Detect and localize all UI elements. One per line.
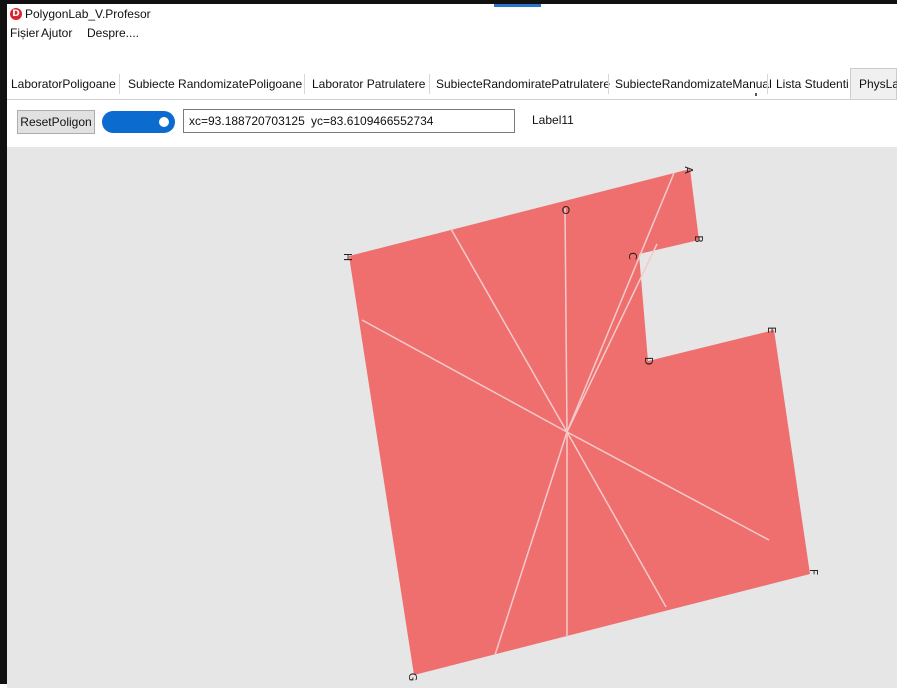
vertex-label-b: B <box>692 235 705 243</box>
tab-mark <box>755 93 757 96</box>
tab-separator <box>119 74 120 94</box>
toolbar: ResetPoligon xc=93.188720703125 yc=83.61… <box>7 100 897 147</box>
vertex-label-h: H <box>341 253 354 261</box>
xc-value: xc=93.188720703125 <box>189 114 305 128</box>
tab-laborator-poligoane[interactable]: LaboratorPoligoane <box>11 68 116 99</box>
tab-lista-studenti[interactable]: Lista Studenti <box>776 68 849 99</box>
vertex-label-c: C <box>626 252 639 260</box>
tab-laborator-patrulatere[interactable]: Laborator Patrulatere <box>312 68 425 99</box>
vertex-label-g: G <box>406 673 419 682</box>
label11: Label11 <box>532 113 574 127</box>
drawing-canvas[interactable]: A B C D E F G H O <box>7 147 897 688</box>
tab-physlab[interactable]: PhysLab <box>850 68 897 99</box>
menu-ajutor[interactable]: Ajutor <box>41 26 72 40</box>
title-bar: D PolygonLab_V.Profesor <box>7 4 897 24</box>
coordinates-field[interactable]: xc=93.188720703125 yc=83.6109466552734 <box>183 109 515 133</box>
menu-despre[interactable]: Despre.... <box>87 26 139 40</box>
tab-subiecte-randomizate-manual[interactable]: SubiecteRandomizateManual <box>615 68 772 99</box>
toggle-switch[interactable] <box>102 111 175 133</box>
menu-fisier[interactable]: Fișier <box>10 26 39 40</box>
app-window: D PolygonLab_V.Profesor Fișier Ajutor De… <box>0 0 897 688</box>
vertex-label-e: E <box>765 327 778 334</box>
app-logo-icon: D <box>10 8 22 20</box>
menu-bar: Fișier Ajutor Despre.... <box>7 24 897 44</box>
reset-poligon-button[interactable]: ResetPoligon <box>17 110 95 134</box>
tab-separator <box>304 74 305 94</box>
center-label: O <box>562 204 571 217</box>
polygon-drawing[interactable]: A B C D E F G H O <box>7 147 897 688</box>
vertex-label-f: F <box>807 569 820 575</box>
vertex-label-a: A <box>682 166 695 174</box>
tab-strip: LaboratorPoligoane Subiecte RandomizateP… <box>7 68 897 100</box>
tab-separator <box>608 74 609 94</box>
tab-subiecte-randomizate-poligoane[interactable]: Subiecte RandomizatePoligoane <box>128 68 302 99</box>
polygon-shape[interactable] <box>349 169 810 675</box>
vertex-label-d: D <box>642 357 655 365</box>
tab-separator <box>429 74 430 94</box>
tab-separator <box>767 74 768 94</box>
toggle-knob <box>159 117 169 127</box>
yc-value: yc=83.6109466552734 <box>311 114 434 128</box>
window-title: PolygonLab_V.Profesor <box>25 7 151 21</box>
tab-subiecte-randomirate-patrulatere[interactable]: SubiecteRandomiratePatrulatere <box>436 68 610 99</box>
